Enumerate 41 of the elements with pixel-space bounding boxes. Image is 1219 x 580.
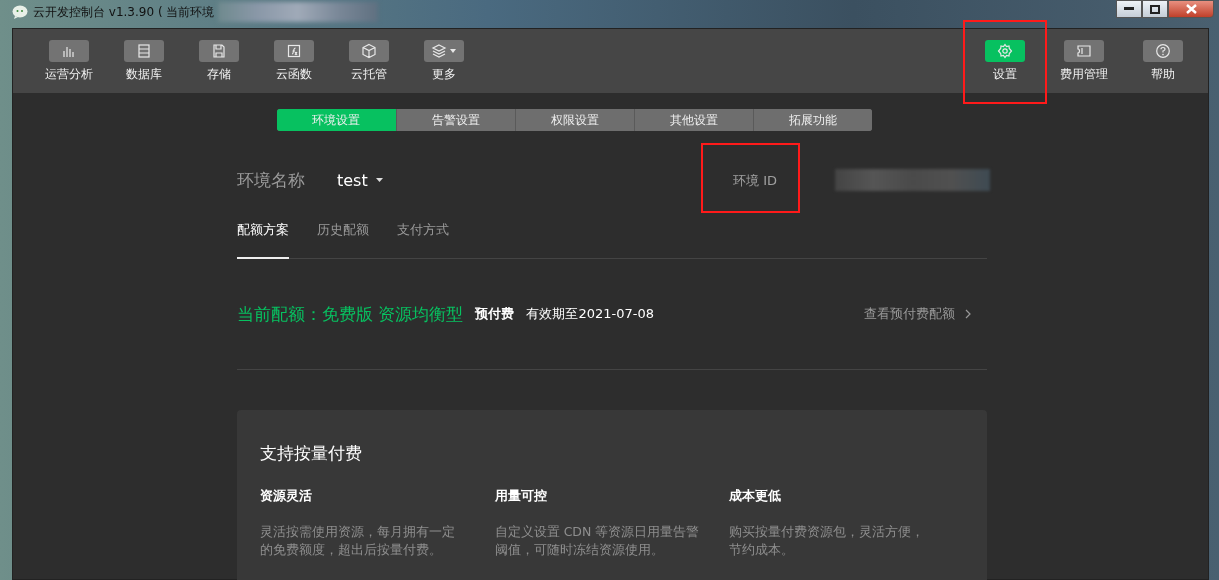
help-icon xyxy=(1154,42,1171,59)
card-title: 支持按量付费 xyxy=(260,442,363,465)
tab[interactable]: 配额方案 xyxy=(237,221,289,259)
window-title: 云开发控制台 v1.3.90 ( 当前环境 xyxy=(33,3,215,21)
maximize-button[interactable] xyxy=(1142,0,1168,18)
table-icon xyxy=(135,42,152,59)
toolbar-button[interactable]: 费用管理 xyxy=(1059,39,1108,83)
feature-title: 成本更低 xyxy=(729,487,783,505)
feature-title: 资源灵活 xyxy=(260,487,313,505)
tab[interactable]: 权限设置 xyxy=(514,109,634,131)
toolbar-button[interactable]: 设置 xyxy=(962,19,1047,104)
cube-icon xyxy=(360,42,377,59)
environment-dropdown[interactable]: test xyxy=(337,170,383,190)
payment-type: 预付费 xyxy=(475,305,515,323)
view-quota-link[interactable]: 查看预付费配额 xyxy=(864,305,971,323)
field-label: 环境 ID xyxy=(733,173,777,188)
minimize-icon xyxy=(1124,7,1134,11)
toolbar-button[interactable]: 运营分析 xyxy=(44,39,93,83)
tab[interactable]: 拓展功能 xyxy=(752,109,872,131)
caret-icon xyxy=(375,178,383,182)
maximize-icon xyxy=(1150,4,1160,14)
chevron-icon xyxy=(965,309,971,319)
feature-title: 用量可控 xyxy=(494,487,548,505)
field-label: 环境名称 xyxy=(237,168,306,192)
close-button[interactable] xyxy=(1168,0,1214,18)
caret-icon xyxy=(450,48,456,53)
ticket-icon xyxy=(1075,42,1092,59)
quota-title: 当前配额：免费版 资源均衡型 xyxy=(237,302,464,326)
feature-description: 购买按量付费资源包，灵活方便，节约成本。 xyxy=(729,523,926,559)
tab[interactable]: 告警设置 xyxy=(395,109,515,131)
chat-bubble-icon xyxy=(12,5,28,19)
feature-description: 自定义设置 CDN 等资源日用量告警阈值，可随时冻结资源使用。 xyxy=(494,523,700,559)
function-icon xyxy=(285,42,302,59)
minimize-button[interactable] xyxy=(1116,0,1142,18)
close-icon xyxy=(1185,4,1197,14)
tab[interactable]: 其他设置 xyxy=(633,109,753,131)
tab[interactable]: 支付方式 xyxy=(397,221,449,259)
layers-icon xyxy=(431,42,447,59)
expiry-date: 有效期至2021-07-08 xyxy=(526,305,654,323)
settings-icon xyxy=(996,42,1013,59)
tab[interactable]: 历史配额 xyxy=(317,221,369,259)
